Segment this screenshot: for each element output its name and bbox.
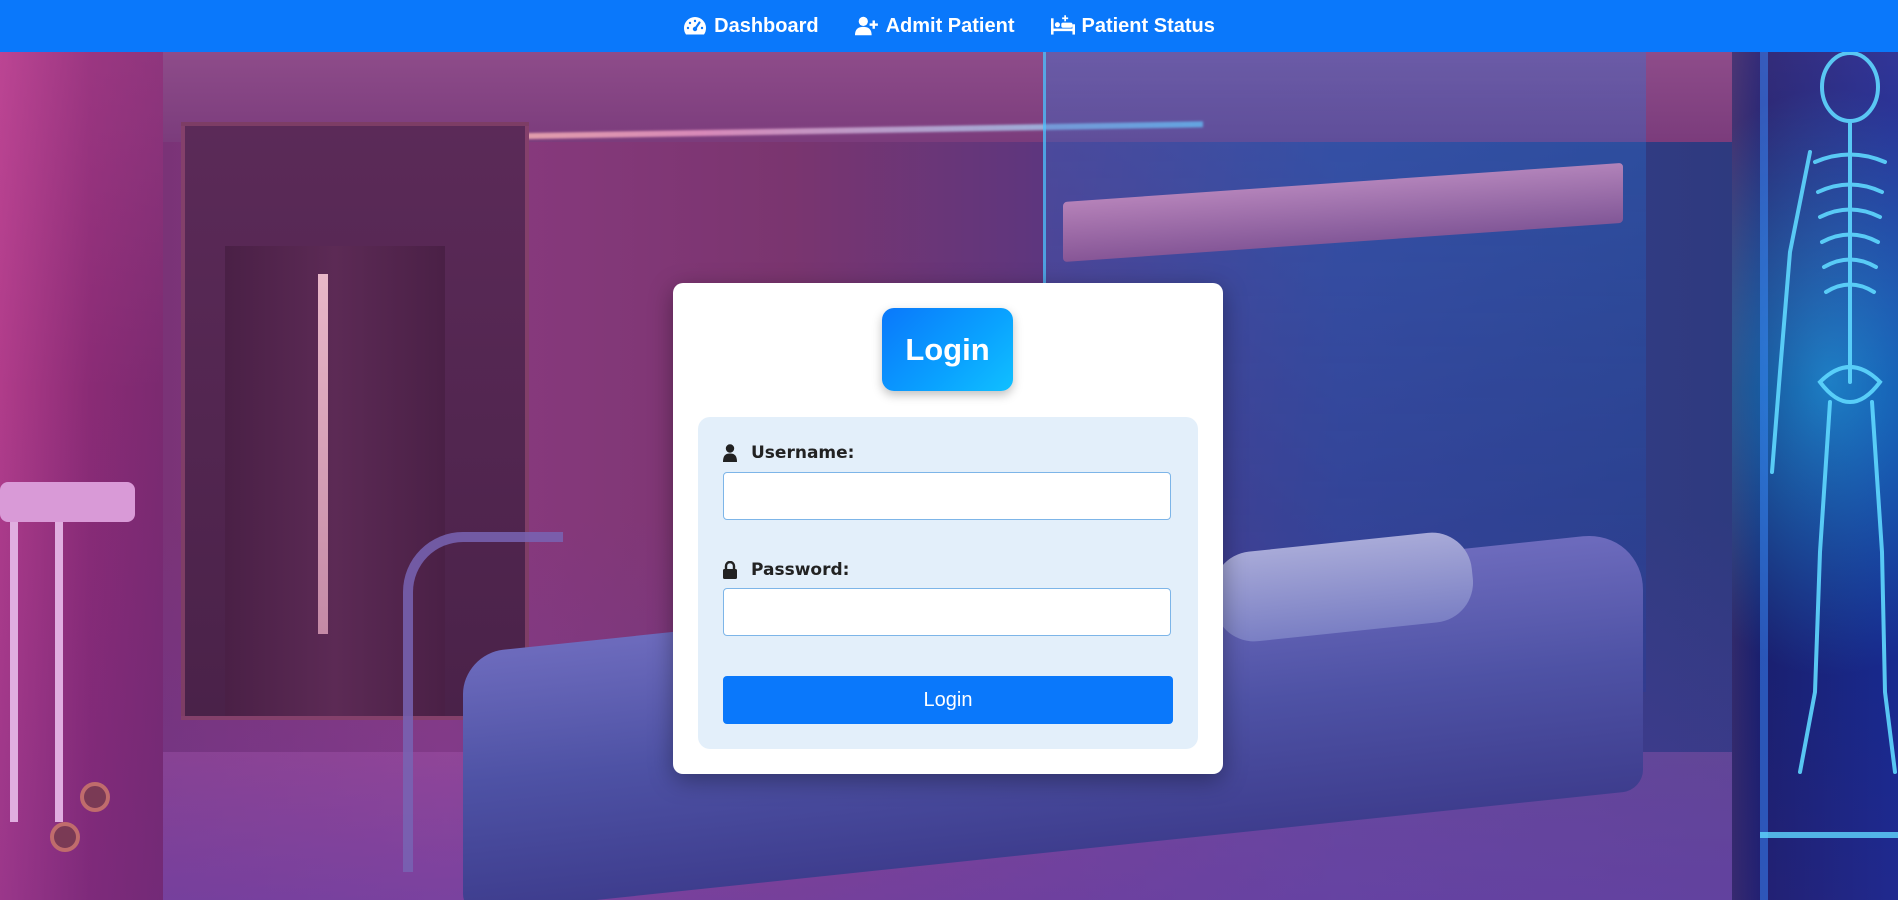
login-title: Login [882,308,1013,391]
password-label-text: Password: [751,560,850,580]
user-plus-icon [854,16,878,36]
login-button[interactable]: Login [723,676,1173,724]
password-label: Password: [723,560,849,580]
password-input[interactable] [723,588,1171,636]
nav-patient-status[interactable]: Patient Status [1050,14,1215,38]
hospital-bed-icon [1050,15,1075,35]
nav-admit-patient[interactable]: Admit Patient [854,14,1015,38]
username-input[interactable] [723,472,1171,520]
nav-dashboard-label: Dashboard [714,14,819,37]
user-icon [723,444,737,462]
login-form: Username: Password: Login [698,417,1198,749]
top-navbar: Dashboard Admit Patient Patient Status [0,0,1898,52]
dashboard-gauge-icon [684,17,707,35]
nav-admit-patient-label: Admit Patient [885,14,1015,37]
medical-trolley [0,482,140,882]
xray-skeleton-figure [1760,52,1898,900]
nav-dashboard[interactable]: Dashboard [683,14,819,38]
nav-patient-status-label: Patient Status [1081,14,1215,37]
username-label: Username: [723,443,854,463]
username-label-text: Username: [751,443,855,463]
lock-icon [723,561,737,579]
login-card: Login Username: Password: Login [673,283,1223,774]
